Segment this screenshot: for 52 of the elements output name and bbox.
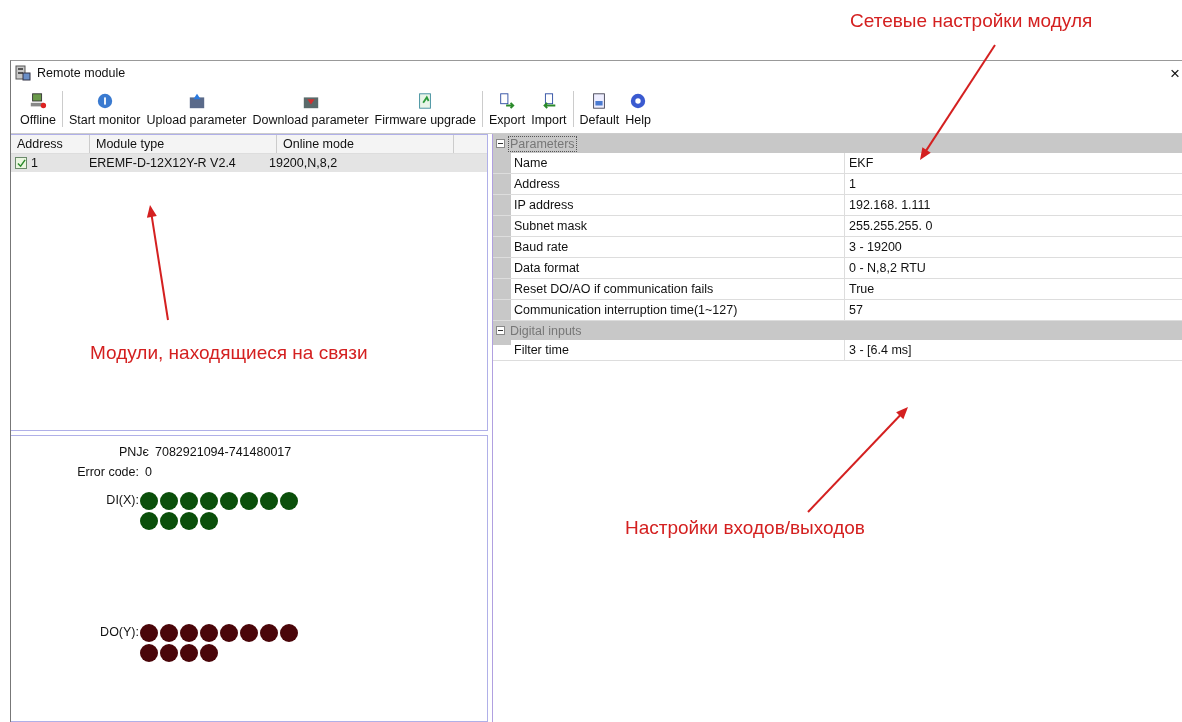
toolbar-button[interactable]: Default bbox=[576, 89, 623, 129]
toolbar-button[interactable]: Firmware upgrade bbox=[371, 89, 479, 129]
module-type-text: EREMF-D-12X12Y-R V2.4 bbox=[88, 156, 237, 170]
collapse-toggle[interactable] bbox=[496, 139, 505, 148]
close-button[interactable]: × bbox=[1170, 64, 1180, 82]
property-value[interactable]: 3 - [6.4 ms] bbox=[845, 343, 1182, 357]
property-value[interactable]: 255.255.255. 0 bbox=[845, 219, 1182, 233]
help-icon bbox=[629, 91, 648, 110]
column-header[interactable]: Module type bbox=[90, 135, 277, 153]
property-name: IP address bbox=[511, 195, 845, 215]
toolbar-button[interactable]: Help bbox=[622, 89, 654, 129]
property-value[interactable]: 57 bbox=[845, 303, 1182, 317]
toolbar-button[interactable]: Import bbox=[528, 89, 570, 129]
property-value[interactable]: True bbox=[845, 282, 1182, 296]
property-name: Subnet mask bbox=[511, 216, 845, 236]
property-value[interactable]: 1 bbox=[845, 177, 1182, 191]
online-mode-text: 19200,N,8,2 bbox=[268, 156, 339, 170]
property-value[interactable]: 192.168. 1.111 bbox=[845, 198, 1182, 212]
annotation-text: Сетевые настройки модуля bbox=[850, 10, 1093, 32]
checkbox[interactable] bbox=[15, 157, 27, 169]
annotation-text: Настройки входов/выходов bbox=[625, 517, 865, 539]
collapse-toggle[interactable] bbox=[496, 326, 505, 335]
column-header[interactable]: Address bbox=[11, 135, 90, 153]
property-name: Address bbox=[511, 174, 845, 194]
computer-icon bbox=[28, 91, 47, 110]
io-label: DO(Y): bbox=[99, 624, 139, 639]
property-name: Communication interruption time(1~127) bbox=[511, 300, 845, 320]
file-arrow-icon bbox=[498, 91, 517, 110]
property-value[interactable]: EKF bbox=[845, 156, 1182, 170]
property-name: Filter time bbox=[511, 340, 845, 360]
toolbar-button[interactable]: Export bbox=[486, 89, 529, 129]
id-value: 7082921094-741480017 bbox=[155, 445, 292, 459]
toolbar-button[interactable]: Start monitor bbox=[65, 89, 144, 129]
toolbar-button[interactable]: Upload parameter bbox=[143, 89, 250, 129]
id-label: PNJє bbox=[118, 445, 149, 459]
property-value[interactable]: 3 - 19200 bbox=[845, 240, 1182, 254]
io-label: DI(X): bbox=[105, 492, 139, 507]
toolbar-button[interactable]: Offline bbox=[17, 89, 59, 129]
property-name: Name bbox=[511, 153, 845, 173]
error-code-label: Error code: bbox=[76, 465, 139, 479]
window-title: Remote module bbox=[37, 66, 126, 80]
property-name: Data format bbox=[511, 258, 845, 278]
property-value[interactable]: 0 - N,8,2 RTU bbox=[845, 261, 1182, 275]
error-code-value: 0 bbox=[145, 465, 152, 479]
address-text: 1 bbox=[31, 156, 38, 170]
annotation-text: Модули, находящиеся на связи bbox=[90, 342, 368, 364]
column-header[interactable]: Online mode bbox=[277, 135, 454, 153]
property-name: Reset DO/AO if communication fails bbox=[511, 279, 845, 299]
module-row[interactable]: 1 EREMF-D-12X12Y-R V2.4 19200,N,8,2 bbox=[11, 154, 487, 172]
toolbar-button[interactable]: Download parameter bbox=[249, 89, 372, 129]
property-name: Baud rate bbox=[511, 237, 845, 257]
app-icon bbox=[15, 65, 31, 81]
